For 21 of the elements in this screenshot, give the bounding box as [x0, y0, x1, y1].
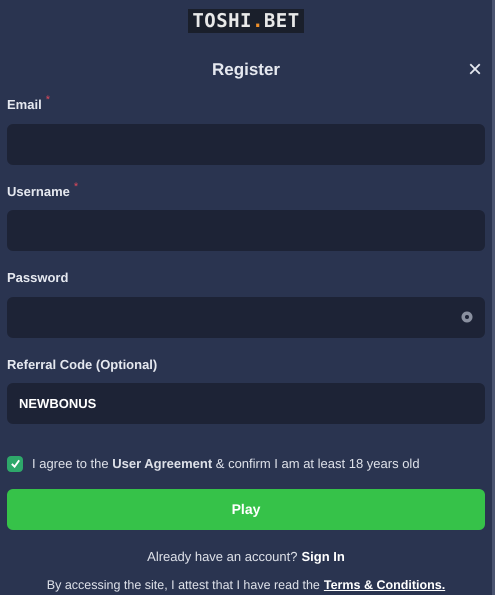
dialog-title: Register — [212, 59, 280, 82]
logo: TOSHI.BET — [188, 9, 304, 33]
sign-in-link[interactable]: Sign In — [301, 546, 345, 566]
check-icon — [10, 458, 20, 470]
field-label: Username — [7, 182, 70, 200]
eye-icon[interactable] — [461, 310, 473, 322]
agree-checkbox[interactable] — [7, 456, 23, 472]
input-field[interactable] — [7, 210, 485, 251]
input-field[interactable] — [7, 124, 485, 164]
password-field[interactable] — [7, 296, 485, 338]
terms-link[interactable]: Terms & Conditions. — [324, 576, 446, 595]
terms-text: By accessing the site, I attest that I have read the — [46, 577, 320, 594]
field-label: Password — [7, 269, 68, 287]
close-button[interactable]: × — [465, 58, 485, 82]
input-field[interactable]: NEWBONUS — [7, 383, 485, 424]
field-label: Referral Code (Optional) — [7, 356, 158, 374]
required-mark: * — [46, 95, 50, 106]
required-mark: * — [74, 182, 78, 192]
signin-prompt: Already have an account? — [147, 548, 298, 566]
field-label: Email — [7, 96, 42, 114]
agreement-text: I agree to the User Agreement & confirm I am at least 18 years old — [32, 455, 420, 473]
